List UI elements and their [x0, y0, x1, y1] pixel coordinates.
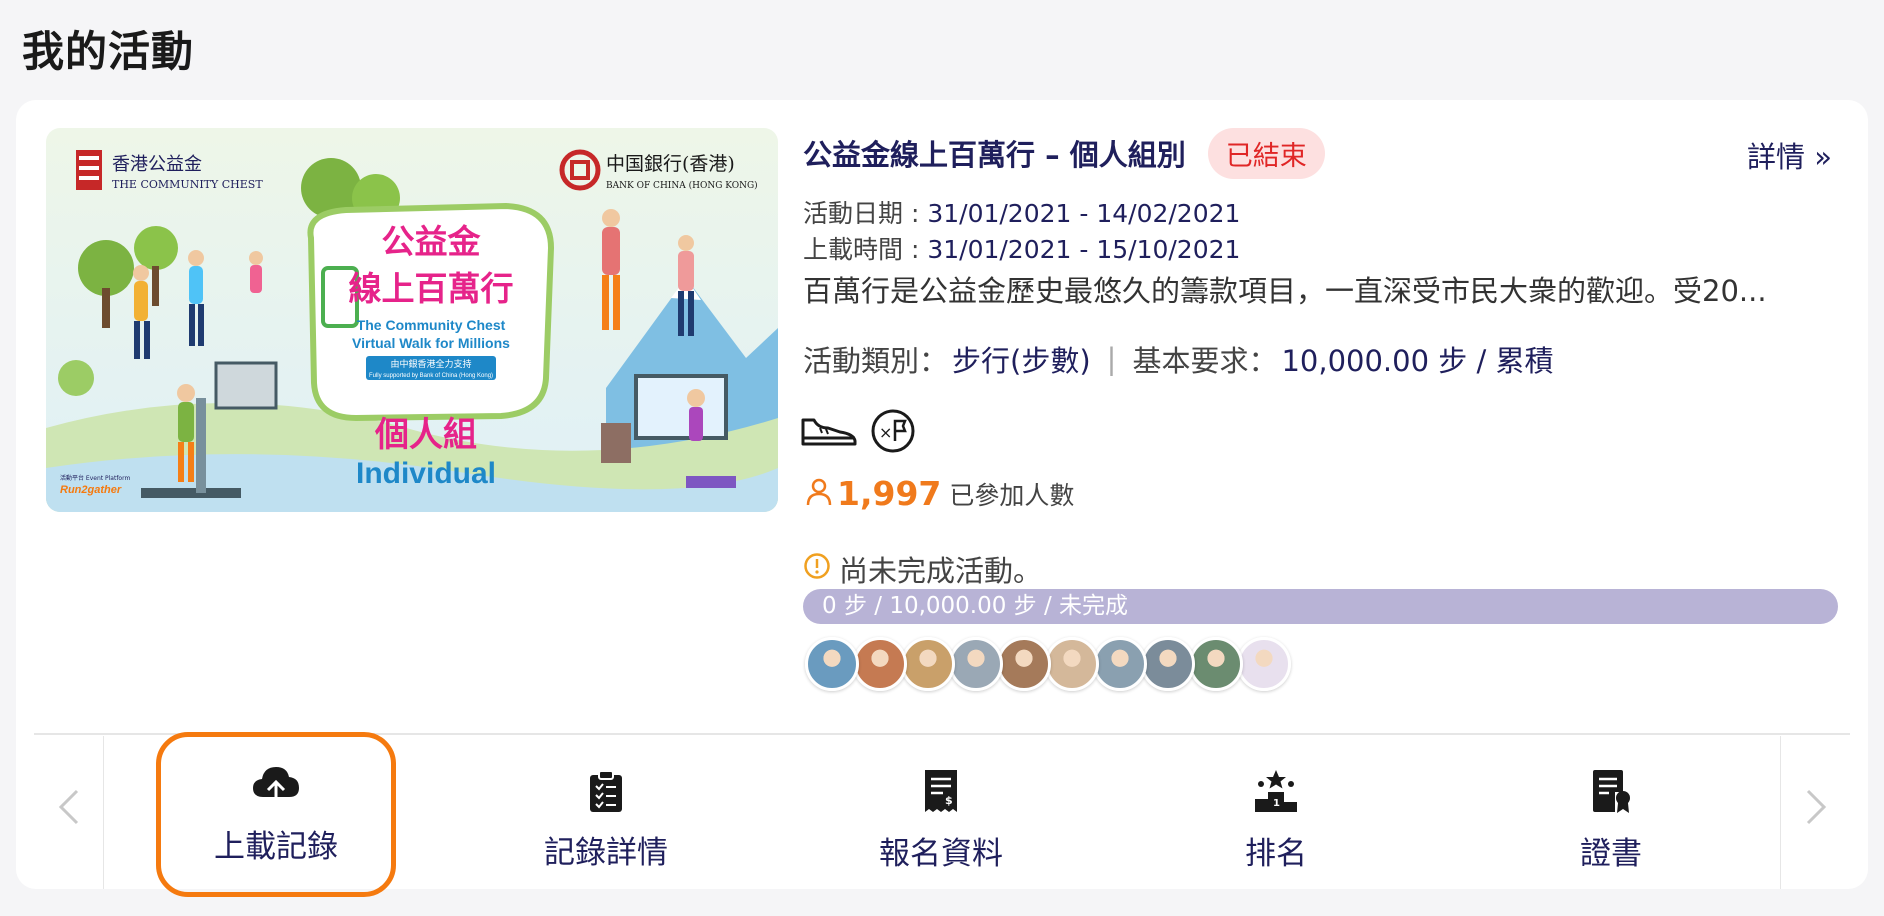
- category-label: 活動類別：: [803, 344, 949, 378]
- event-banner[interactable]: 香港公益金 THE COMMUNITY CHEST 中国銀行(香港) BANK …: [46, 128, 778, 512]
- receipt-icon: $: [921, 768, 961, 818]
- banner-org-right-cn: 中国銀行(香港): [606, 153, 735, 175]
- requirement-label: 基本要求：: [1132, 344, 1278, 378]
- participant-label: 已參加人數: [949, 480, 1075, 510]
- multiplier-flag-icon: ×: [870, 408, 916, 458]
- event-date-value: 31/01/2021 - 14/02/2021: [927, 199, 1241, 228]
- progress-text: 0 步 / 10,000.00 步 / 未完成: [822, 593, 1129, 619]
- action-record-details[interactable]: 記錄詳情: [486, 760, 726, 880]
- banner-main-cn-1: 公益金: [382, 222, 482, 261]
- action-label: 排名: [1245, 835, 1307, 872]
- avatar[interactable]: [1045, 637, 1099, 691]
- person-icon: [805, 477, 833, 511]
- participant-count: 1,997: [837, 474, 942, 513]
- participant-avatars: [805, 637, 1291, 691]
- warning-text: 尚未完成活動。: [839, 554, 1043, 588]
- banner-platform-label: 活動平台 Event Platform: [60, 474, 130, 482]
- avatar[interactable]: [1093, 637, 1147, 691]
- avatar[interactable]: [1237, 637, 1291, 691]
- banner-org-right-en: BANK OF CHINA (HONG KONG): [606, 180, 758, 191]
- avatar[interactable]: [901, 637, 955, 691]
- page-title: 我的活動: [22, 27, 195, 76]
- completion-warning: 尚未完成活動。: [803, 548, 1042, 590]
- banner-main-en-2: Virtual Walk for Millions: [352, 335, 510, 351]
- banner-platform-name: Run2gather: [60, 484, 122, 496]
- banner-org-left-cn: 香港公益金: [112, 154, 202, 175]
- shoe-icon: [800, 414, 858, 452]
- action-label: 記錄詳情: [544, 834, 668, 871]
- action-label: 上載記錄: [214, 829, 338, 865]
- action-label: 報名資料: [879, 835, 1003, 872]
- action-ranking[interactable]: 1 排名: [1156, 760, 1396, 880]
- svg-text:$: $: [945, 794, 953, 807]
- event-title[interactable]: 公益金線上百萬行 – 個人組別: [803, 132, 1186, 174]
- upload-period-value: 31/01/2021 - 15/10/2021: [927, 235, 1241, 264]
- banner-illustration: 香港公益金 THE COMMUNITY CHEST 中国銀行(香港) BANK …: [46, 128, 778, 512]
- event-title-row: 公益金線上百萬行 – 個人組別 已結束: [803, 127, 1325, 179]
- action-certificate[interactable]: 證書: [1491, 760, 1731, 880]
- banner-org-left-en: THE COMMUNITY CHEST: [112, 178, 263, 191]
- banner-support-cn: 由中銀香港全力支持: [390, 358, 471, 370]
- banner-support-en: Fully supported by Bank of China (Hong K…: [369, 373, 493, 379]
- upload-period: 上載時間 : 31/01/2021 - 15/10/2021: [803, 230, 1240, 266]
- avatar[interactable]: [1189, 637, 1243, 691]
- event-date: 活動日期 : 31/01/2021 - 14/02/2021: [803, 194, 1240, 230]
- banner-group-cn: 個人組: [374, 415, 477, 455]
- category-value: 步行(步數): [952, 344, 1091, 378]
- prev-arrow-button[interactable]: [34, 736, 104, 889]
- event-description: 百萬行是公益金歷史最悠久的籌款項目，一直深受市民大衆的歡迎。受20...: [803, 274, 1767, 308]
- banner-main-cn-2: 線上百萬行: [349, 269, 514, 308]
- event-requirements: 活動類別： 步行(步數) | 基本要求： 10,000.00 步 / 累積: [803, 338, 1553, 380]
- action-upload-record[interactable]: 上載記錄: [156, 732, 396, 897]
- requirement-separator: |: [1106, 342, 1117, 376]
- event-date-label: 活動日期 :: [803, 199, 928, 228]
- details-link[interactable]: 詳情 »: [1747, 134, 1832, 176]
- status-badge: 已結束: [1207, 127, 1325, 179]
- svg-text:×: ×: [879, 423, 892, 442]
- chevron-right-icon: [1804, 787, 1828, 838]
- upload-period-label: 上載時間 :: [803, 235, 928, 264]
- cloud-upload-icon: [251, 763, 301, 811]
- certificate-icon: [1591, 768, 1631, 818]
- ranking-podium-icon: 1: [1253, 768, 1299, 818]
- avatar[interactable]: [1141, 637, 1195, 691]
- avatar[interactable]: [997, 637, 1051, 691]
- participants: 1,997 已參加人數: [805, 474, 1074, 513]
- avatar[interactable]: [805, 637, 859, 691]
- requirement-value: 10,000.00 步 / 累積: [1281, 344, 1554, 378]
- clipboard-check-icon: [588, 769, 624, 817]
- svg-text:1: 1: [1273, 798, 1280, 809]
- action-label: 證書: [1580, 835, 1642, 872]
- activity-icons: ×: [800, 408, 916, 458]
- banner-group-en: Individual: [356, 457, 496, 490]
- avatar[interactable]: [853, 637, 907, 691]
- chevron-left-icon: [57, 787, 81, 838]
- next-arrow-button[interactable]: [1780, 736, 1850, 889]
- banner-main-en-1: The Community Chest: [357, 317, 506, 333]
- action-registration-info[interactable]: $ 報名資料: [821, 760, 1061, 880]
- avatar[interactable]: [949, 637, 1003, 691]
- warning-icon: [803, 552, 831, 587]
